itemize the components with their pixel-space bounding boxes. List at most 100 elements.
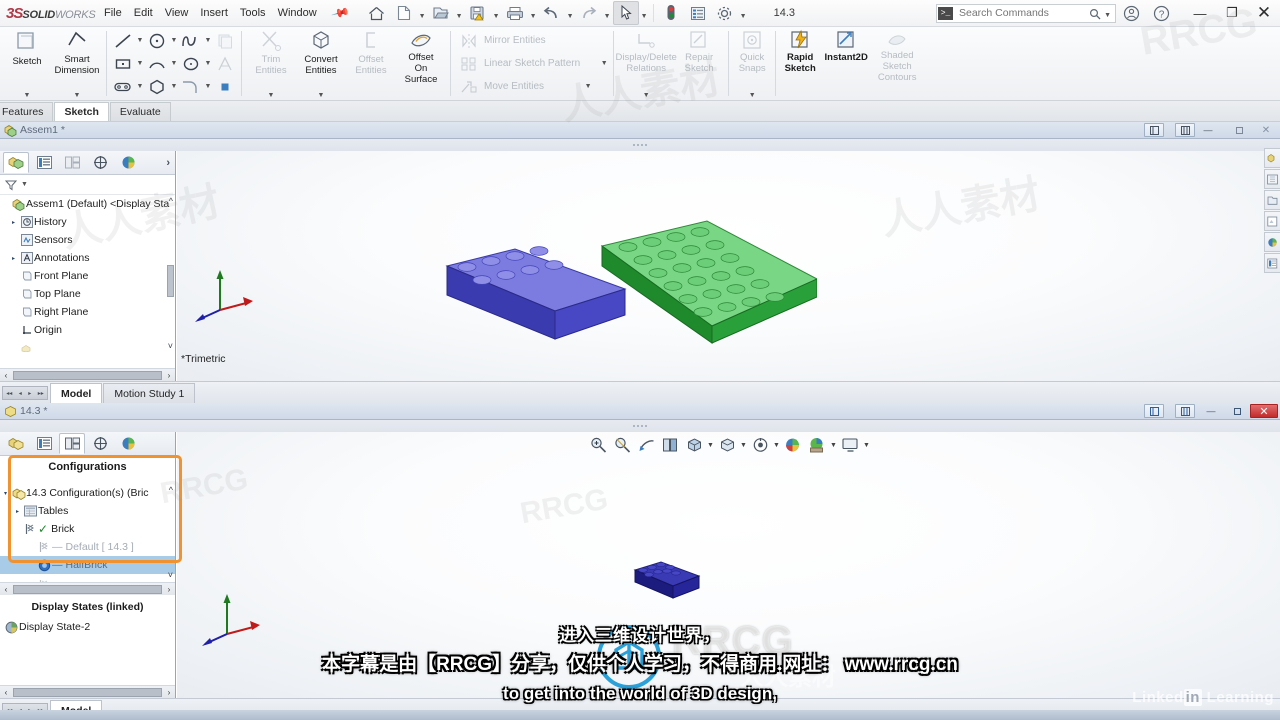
feature-manager-expand-icon[interactable]: ›	[166, 157, 170, 169]
instant2d-button[interactable]: Instant2D	[820, 27, 872, 100]
new-document-icon[interactable]	[391, 1, 417, 25]
open-folder-icon[interactable]	[428, 1, 454, 25]
nav-first-icon[interactable]: ◂◂	[6, 390, 12, 397]
maximize-window-button[interactable]: ❐	[1216, 0, 1248, 26]
assembly-tab-model[interactable]: Model	[50, 383, 103, 403]
search-commands-box[interactable]: >_ ▼	[936, 3, 1116, 23]
tree-row-config-root[interactable]: ▾ 14.3 Configuration(s) (Bric	[0, 484, 175, 502]
slot-icon[interactable]	[111, 76, 135, 98]
user-account-icon[interactable]	[1116, 1, 1146, 25]
print-icon[interactable]	[502, 1, 528, 25]
spline-dropdown-icon[interactable]: ▼	[203, 37, 213, 44]
tree-row-config-brick[interactable]: ✓ Brick	[0, 520, 175, 538]
display-style-dropdown-icon[interactable]: ▼	[740, 442, 747, 449]
view-orientation-icon[interactable]	[683, 434, 705, 456]
tree-row-tables[interactable]: ▸ Tables	[0, 502, 175, 520]
part-tile-horizontal-button[interactable]	[1144, 404, 1164, 418]
offset-on-surface-button[interactable]: Offset On Surface	[396, 27, 446, 100]
assembly-minimize-button[interactable]: —	[1198, 123, 1218, 137]
fillet-icon[interactable]	[179, 76, 203, 98]
configurations-scroll-up-icon[interactable]: ^	[169, 485, 173, 495]
scrollbar-thumb[interactable]	[13, 584, 162, 594]
select-dropdown-icon[interactable]: ▼	[640, 1, 649, 25]
part-tree-horizontal-scrollbar[interactable]: ‹ ›	[0, 685, 175, 698]
tree-row-front-plane[interactable]: Front Plane	[0, 267, 175, 285]
search-dropdown-icon[interactable]: ▼	[1104, 12, 1111, 19]
save-warning-icon[interactable]	[465, 1, 491, 25]
tree-row-right-plane[interactable]: Right Plane	[0, 303, 175, 321]
tree-expander[interactable]: ▸	[8, 255, 19, 262]
sketch-button[interactable]: Sketch ▼	[2, 27, 52, 100]
tree-row-config-halfbrick[interactable]: — HalfBrick	[0, 556, 175, 574]
feature-tree-tab[interactable]	[3, 433, 29, 454]
file-explorer-icon[interactable]	[1264, 190, 1280, 210]
scroll-left-icon[interactable]: ‹	[0, 585, 12, 594]
configurations-scroll-down-icon[interactable]: ˅	[168, 570, 173, 580]
sketch-dropdown-icon[interactable]: ▼	[24, 92, 31, 99]
part-close-button[interactable]: ✕	[1250, 404, 1278, 418]
property-manager-tab[interactable]	[31, 152, 57, 173]
feature-tree-tab[interactable]	[3, 152, 29, 173]
scroll-right-icon[interactable]: ›	[163, 371, 175, 380]
tree-row-origin[interactable]: Origin	[0, 321, 175, 339]
tab-features[interactable]: Features	[0, 102, 54, 121]
configurations-horizontal-scrollbar[interactable]: ‹ ›	[0, 582, 175, 595]
tree-row-history[interactable]: ▸ History	[0, 213, 175, 231]
tree-expander[interactable]: ▸	[12, 508, 23, 515]
assembly-tile-vertical-button[interactable]	[1175, 123, 1195, 137]
circle-icon[interactable]	[145, 30, 169, 52]
save-dropdown-icon[interactable]: ▼	[492, 1, 501, 25]
configuration-manager-tab[interactable]	[59, 152, 85, 173]
view-palette-icon[interactable]	[1264, 211, 1280, 231]
nav-last-icon[interactable]: ▸▸	[38, 390, 44, 397]
property-manager-tab[interactable]	[31, 433, 57, 454]
assembly-tree-horizontal-scrollbar[interactable]: ‹ ›	[0, 368, 175, 381]
convert-entities-dropdown-icon[interactable]: ▼	[318, 92, 325, 99]
tree-expander[interactable]: ▾	[0, 490, 11, 497]
undo-icon[interactable]	[539, 1, 565, 25]
tree-row-partial[interactable]	[0, 339, 175, 357]
assembly-tree-vertical-scrollbar[interactable]	[167, 197, 174, 365]
scroll-left-icon[interactable]: ‹	[0, 688, 12, 697]
tree-row-config-default[interactable]: — Default [ 14.3 ]	[0, 538, 175, 556]
polygon-icon[interactable]	[145, 76, 169, 98]
menu-item-window[interactable]: Window	[278, 7, 317, 19]
point-icon[interactable]	[213, 76, 237, 98]
dimxpert-manager-tab[interactable]	[87, 433, 113, 454]
scrollbar-thumb[interactable]	[13, 370, 162, 380]
gear-icon[interactable]	[712, 1, 738, 25]
arc-icon[interactable]	[145, 53, 169, 75]
undo-dropdown-icon[interactable]: ▼	[566, 1, 575, 25]
ellipse-dropdown-icon[interactable]: ▼	[203, 60, 213, 67]
print-dropdown-icon[interactable]: ▼	[529, 1, 538, 25]
menu-item-file[interactable]: File	[104, 7, 122, 19]
tab-sketch[interactable]: Sketch	[54, 102, 109, 121]
options-list-icon[interactable]	[685, 1, 711, 25]
open-dropdown-icon[interactable]: ▼	[455, 1, 464, 25]
assembly-tab-motion-study[interactable]: Motion Study 1	[103, 383, 196, 403]
assembly-pane-splitter[interactable]	[0, 139, 1280, 151]
section-view-icon[interactable]	[659, 434, 681, 456]
pushpin-icon[interactable]: 📌	[330, 3, 350, 23]
assembly-tab-navigator[interactable]: ◂◂ ◂ ▸ ▸▸	[2, 386, 48, 400]
edit-appearance-icon[interactable]	[782, 434, 804, 456]
view-settings-dropdown-icon[interactable]: ▼	[863, 442, 870, 449]
select-cursor-icon[interactable]	[612, 1, 639, 25]
design-library-icon[interactable]	[1264, 169, 1280, 189]
view-orientation-dropdown-icon[interactable]: ▼	[707, 442, 714, 449]
tree-row-annotations[interactable]: ▸ Annotations	[0, 249, 175, 267]
slot-dropdown-icon[interactable]: ▼	[135, 83, 145, 90]
tree-row-assembly-root[interactable]: Assem1 (Default) <Display Sta	[0, 195, 175, 213]
dimxpert-manager-tab[interactable]	[87, 152, 113, 173]
search-icon[interactable]	[1089, 8, 1101, 23]
zoom-to-fit-icon[interactable]	[587, 434, 609, 456]
menu-item-view[interactable]: View	[165, 7, 189, 19]
assembly-close-button[interactable]: ✕	[1256, 123, 1276, 137]
nav-next-icon[interactable]: ▸	[28, 390, 31, 397]
assembly-filter-row[interactable]: ▼	[0, 175, 175, 195]
tree-row-top-plane[interactable]: Top Plane	[0, 285, 175, 303]
polygon-dropdown-icon[interactable]: ▼	[169, 83, 179, 90]
display-manager-tab[interactable]	[115, 152, 141, 173]
rectangle-icon[interactable]	[111, 53, 135, 75]
menu-item-insert[interactable]: Insert	[200, 7, 228, 19]
